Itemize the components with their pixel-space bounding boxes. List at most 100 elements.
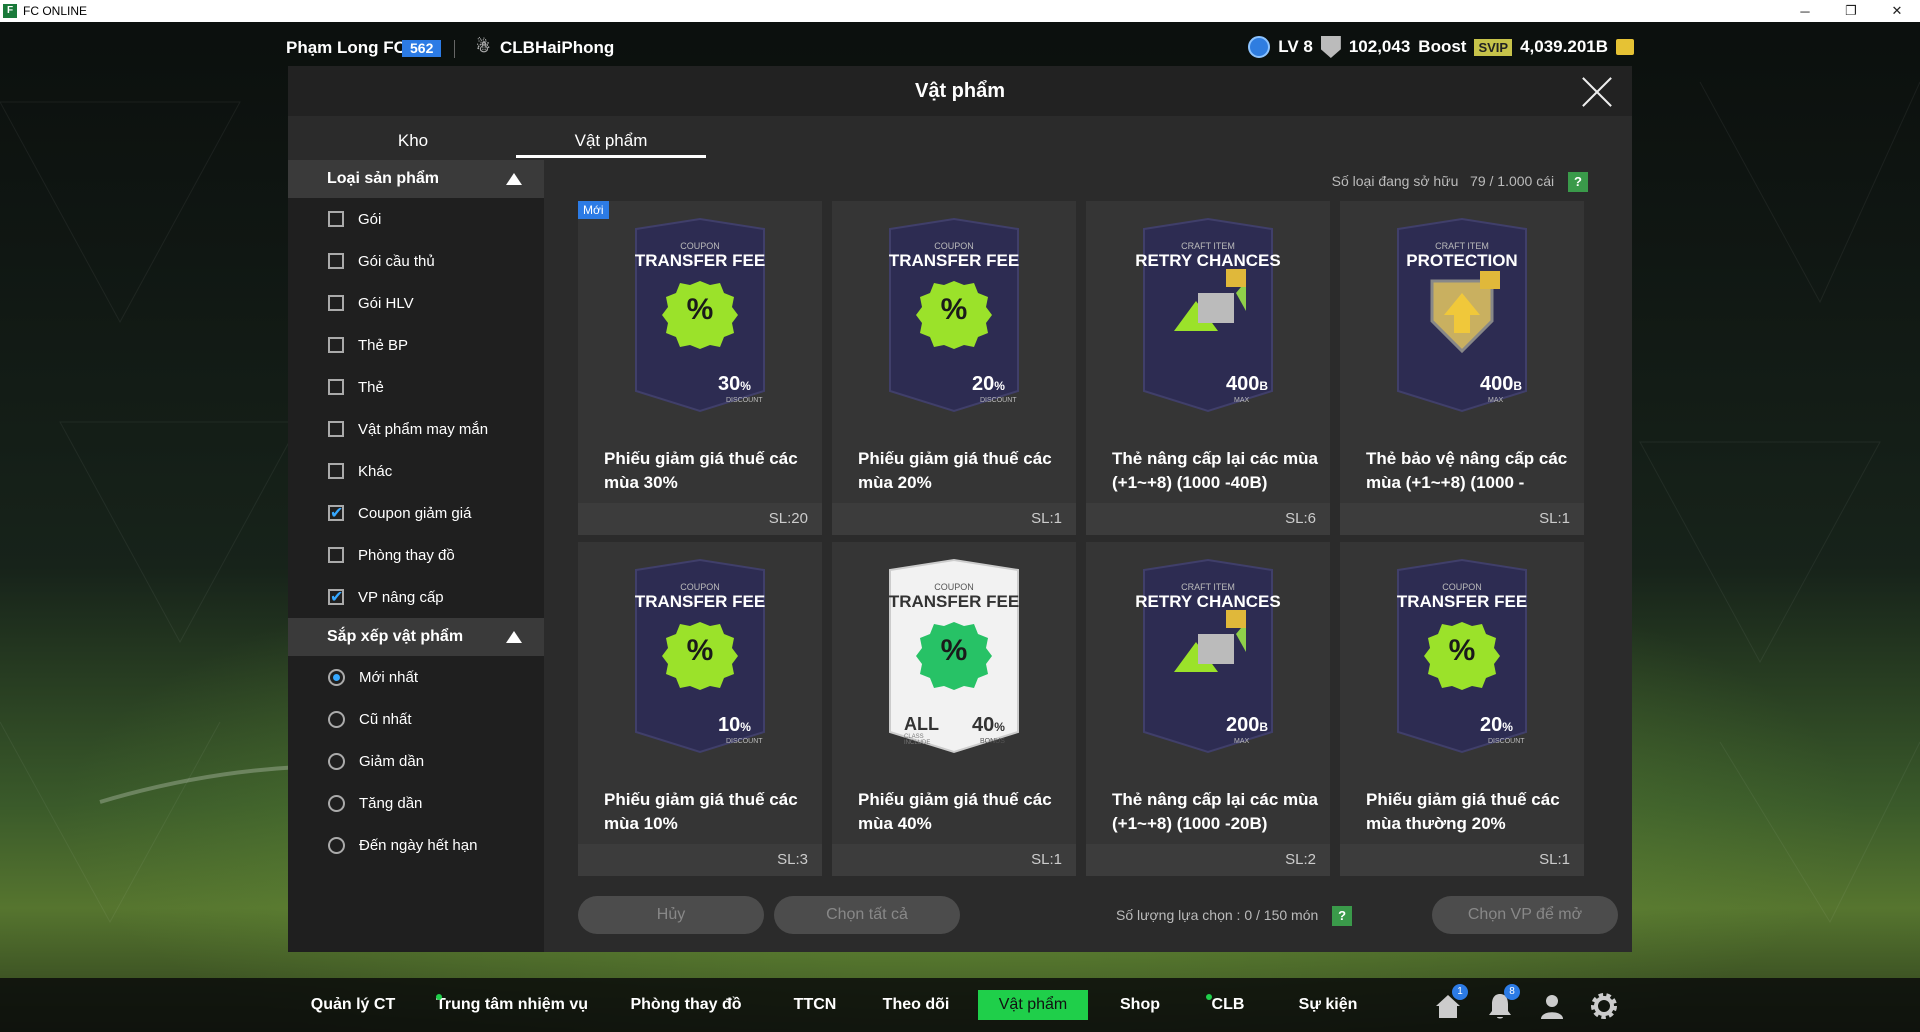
radio-button[interactable] [328, 668, 345, 686]
filter-option[interactable]: Gói HLV [288, 282, 544, 324]
item-quantity: SL:20 [578, 503, 822, 535]
filter-option[interactable]: Coupon giảm giá [288, 492, 544, 534]
item-art-text: COUPON [934, 241, 974, 251]
balance: 4,039.201B [1520, 37, 1608, 56]
radio-button[interactable] [328, 836, 345, 854]
minimize-button[interactable]: ─ [1782, 0, 1828, 22]
selection-count: Số lượng lựa chọn : 0 / 150 món ? [1116, 906, 1353, 926]
radio-button[interactable] [328, 752, 345, 770]
filter-option[interactable]: Gói cầu thủ [288, 240, 544, 282]
item-art-value: 30% [718, 373, 751, 396]
filter-option[interactable]: VP nâng cấp [288, 576, 544, 618]
cancel-button[interactable]: Hủy [578, 896, 764, 934]
item-quantity: SL:2 [1086, 844, 1330, 876]
club-name: CLBHaiPhong [500, 38, 615, 57]
filter-option[interactable]: Thẻ [288, 366, 544, 408]
item-card[interactable]: CRAFT ITEM PROTECTION 400B MAX Thẻ bảo vệ nâ… [1340, 201, 1584, 535]
item-art-text: CRAFT ITEM [1181, 582, 1235, 592]
radio-button[interactable] [328, 710, 345, 728]
checkbox[interactable] [328, 337, 344, 353]
sort-option[interactable]: Tăng dần [288, 782, 544, 824]
select-all-button[interactable]: Chọn tất cả [774, 896, 960, 934]
nav-item-1[interactable]: Quản lý CT [300, 990, 406, 1020]
nav-item-7[interactable]: Shop [1108, 990, 1172, 1020]
item-card[interactable]: % COUPON TRANSFER FEE 40% BONUS ALL CLASS INC… [832, 542, 1076, 876]
divider [454, 40, 455, 58]
checkbox[interactable] [328, 463, 344, 479]
boost-label[interactable]: Boost [1418, 37, 1466, 57]
item-name: Phiếu giảm giá thuế các mùa 10% [604, 790, 798, 833]
checkbox[interactable] [328, 587, 344, 607]
item-card[interactable]: % COUPON TRANSFER FEE 30% DISCOUNT Mới Phiếu … [578, 201, 822, 535]
checkbox[interactable] [328, 379, 344, 395]
nav-item-9[interactable]: Sự kiện [1290, 990, 1366, 1020]
checkbox[interactable] [328, 253, 344, 269]
items-panel: Vật phẩm Kho Vật phẩm Loại sản phẩm Gói G… [288, 66, 1632, 952]
sort-option[interactable]: Cũ nhất [288, 698, 544, 740]
sort-title: Sắp xếp vật phẩm [327, 628, 464, 645]
new-indicator-dot [436, 994, 442, 1000]
svg-text:%: % [687, 293, 714, 326]
nav-item-3[interactable]: Phòng thay đồ [620, 990, 752, 1020]
item-art-value: 400B [1480, 373, 1522, 396]
filter-option[interactable]: Phòng thay đồ [288, 534, 544, 576]
sort-header[interactable]: Sắp xếp vật phẩm [288, 618, 544, 656]
tab-vat-pham[interactable]: Vật phẩm [516, 124, 706, 158]
product-type-header[interactable]: Loại sản phẩm [288, 160, 544, 198]
radio-button[interactable] [328, 794, 345, 812]
filter-option-label: Thẻ BP [358, 336, 409, 354]
item-image: % COUPON TRANSFER FEE 20% DISCOUNT [832, 201, 1076, 427]
sort-option-label: Giảm dần [359, 752, 425, 770]
checkbox[interactable] [328, 503, 344, 523]
help-icon[interactable]: ? [1568, 172, 1588, 192]
open-selected-button[interactable]: Chọn VP để mở [1432, 896, 1618, 934]
tab-kho[interactable]: Kho [318, 124, 508, 158]
nav-item-4[interactable]: TTCN [778, 990, 852, 1020]
settings-gear-icon[interactable] [1588, 990, 1620, 1022]
checkbox[interactable] [328, 211, 344, 227]
player-level-badge: 562 [402, 40, 442, 57]
sort-option[interactable]: Mới nhất [288, 656, 544, 698]
close-window-button[interactable]: ✕ [1874, 0, 1920, 22]
svg-text:%: % [687, 634, 714, 667]
home-icon[interactable]: 1 [1432, 984, 1468, 1022]
owned-label: Số loại đang sở hữu [1331, 173, 1459, 189]
filter-option[interactable]: Khác [288, 450, 544, 492]
profile-icon[interactable] [1536, 990, 1568, 1022]
filter-option[interactable]: Gói [288, 198, 544, 240]
app-logo-icon: F [3, 4, 17, 18]
item-art-unit: % [740, 720, 751, 734]
collapse-arrow-icon[interactable] [506, 631, 522, 643]
filter-option-label: Phòng thay đồ [358, 546, 455, 564]
nav-item-2[interactable]: Trung tâm nhiệm vụ [436, 990, 588, 1020]
item-card[interactable]: % COUPON TRANSFER FEE 20% DISCOUNT Phiếu giả… [832, 201, 1076, 535]
item-quantity: SL:1 [1340, 844, 1584, 876]
sort-option[interactable]: Đến ngày hết hạn [288, 824, 544, 866]
item-art-number: 30 [718, 373, 741, 395]
nav-item-6[interactable]: Vật phẩm [978, 990, 1088, 1020]
item-art-text: DISCOUNT [980, 397, 1017, 404]
checkbox[interactable] [328, 295, 344, 311]
item-image: % COUPON TRANSFER FEE 20% DISCOUNT [1340, 542, 1584, 768]
item-card[interactable]: CRAFT ITEM RETRY CHANCES 200B MAX Thẻ nâng c… [1086, 542, 1330, 876]
nav-item-5[interactable]: Theo dõi [872, 990, 960, 1020]
checkbox[interactable] [328, 421, 344, 437]
item-card[interactable]: % COUPON TRANSFER FEE 10% DISCOUNT Phiếu giả… [578, 542, 822, 876]
item-art-unit: % [994, 379, 1005, 393]
player-name: Phạm Long FCO [286, 38, 420, 57]
help-icon[interactable]: ? [1332, 906, 1353, 926]
trophy-count: 102,043 [1348, 37, 1411, 56]
filter-option[interactable]: Thẻ BP [288, 324, 544, 366]
item-card[interactable]: CRAFT ITEM RETRY CHANCES 400B MAX Thẻ nâng c… [1086, 201, 1330, 535]
checkbox[interactable] [328, 547, 344, 563]
close-icon[interactable] [1580, 75, 1614, 109]
sort-option-label: Đến ngày hết hạn [359, 836, 478, 854]
maximize-button[interactable]: ❐ [1828, 0, 1874, 22]
filter-option-label: Khác [358, 462, 393, 480]
bell-icon[interactable]: 8 [1484, 984, 1520, 1022]
sort-option[interactable]: Giảm dần [288, 740, 544, 782]
filter-option[interactable]: Vật phẩm may mắn [288, 408, 544, 450]
item-card[interactable]: % COUPON TRANSFER FEE 20% DISCOUNT Phiếu giả… [1340, 542, 1584, 876]
item-art-unit: B [1259, 720, 1269, 734]
collapse-arrow-icon[interactable] [506, 173, 522, 185]
